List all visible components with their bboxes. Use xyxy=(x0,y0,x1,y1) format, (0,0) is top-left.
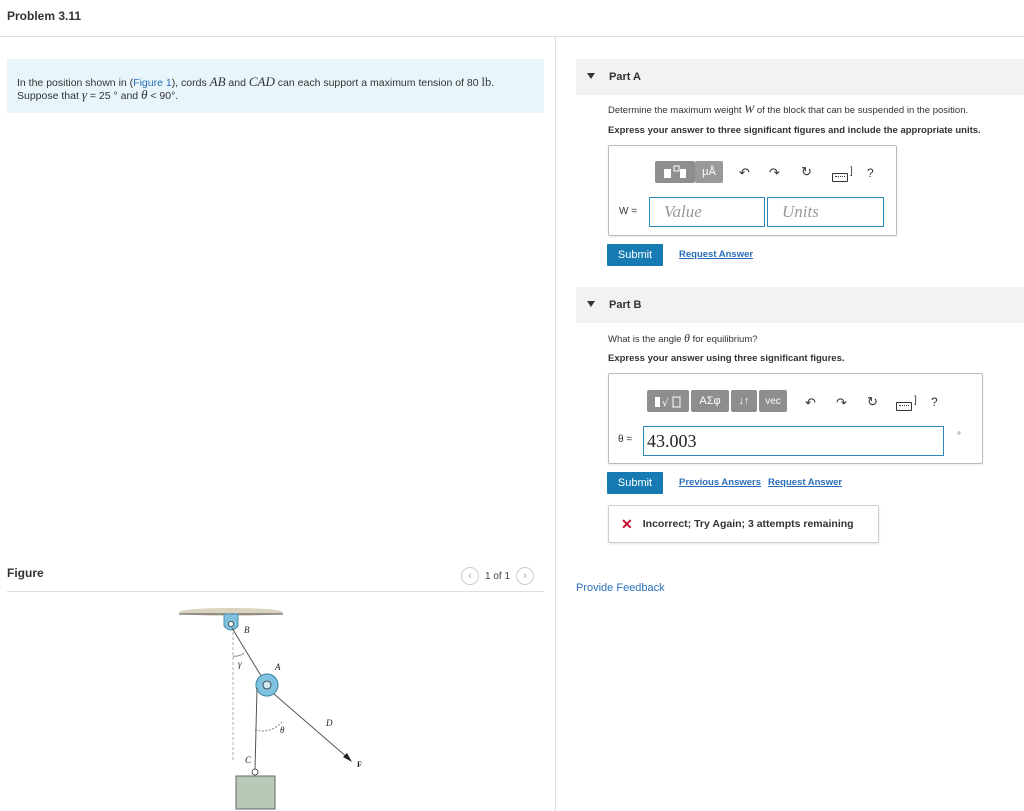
problem-line-2: Suppose that γ = 25 ° and θ < 90°. xyxy=(17,87,179,102)
part-a-label: Part A xyxy=(609,71,641,83)
figure-pager: ‹ 1 of 1 › xyxy=(461,567,535,585)
undo-icon[interactable]: ↶ xyxy=(805,395,816,411)
templates-icon[interactable]: √ xyxy=(647,390,689,412)
part-b-request-answer-link[interactable]: Request Answer xyxy=(768,477,842,488)
label-gamma: γ xyxy=(238,659,242,669)
part-b-instruction: Express your answer using three signific… xyxy=(608,353,845,364)
degree-unit: ° xyxy=(957,431,961,442)
redo-icon[interactable]: ↷ xyxy=(769,165,780,181)
part-b-answer-box: √ ΑΣφ ↓↑ vec ↶ ↷ ↻ ] ? θ = 43.003 xyxy=(608,373,983,464)
label-f: F xyxy=(357,760,362,769)
w-field-label: W = xyxy=(619,206,638,217)
part-a-question: Determine the maximum weight W of the bl… xyxy=(608,102,969,116)
cord-ac xyxy=(254,687,258,771)
incorrect-feedback: ✕ Incorrect; Try Again; 3 attempts remai… xyxy=(608,505,879,543)
help-icon[interactable]: ? xyxy=(931,395,938,409)
problem-figure: B A γ θ D C F xyxy=(179,608,362,810)
svg-text:√: √ xyxy=(662,398,669,408)
pin-b xyxy=(228,621,234,627)
redo-icon[interactable]: ↷ xyxy=(836,395,847,411)
vec-button[interactable]: vec xyxy=(759,390,787,412)
part-b-question: What is the angle θ for equilibrium? xyxy=(608,331,758,345)
part-a-answer-box: μÅ ↶ ↷ ↻ ] ? W = Value Units xyxy=(608,145,897,236)
label-b: B xyxy=(244,625,250,635)
feedback-message: Incorrect; Try Again; 3 attempts remaini… xyxy=(642,518,854,530)
page-title: Problem 3.11 xyxy=(7,9,82,23)
reset-icon[interactable]: ↻ xyxy=(867,394,878,410)
pulley-axle xyxy=(262,680,272,690)
theta-input[interactable]: 43.003 xyxy=(643,426,944,456)
figure-divider xyxy=(7,591,544,592)
part-a-instruction: Express your answer to three significant… xyxy=(608,125,981,136)
theta-field-label: θ = xyxy=(618,434,633,445)
part-a-header[interactable]: Part A xyxy=(576,59,1024,95)
keyboard-icon[interactable] xyxy=(896,402,912,411)
previous-answers-link[interactable]: Previous Answers xyxy=(679,477,761,488)
block-hook xyxy=(251,768,259,776)
problem-line-1: In the position shown in (Figure 1), cor… xyxy=(17,74,495,89)
block-w xyxy=(235,775,276,810)
value-input[interactable]: Value xyxy=(649,197,765,227)
label-theta: θ xyxy=(280,725,285,735)
units-button[interactable]: μÅ xyxy=(695,161,723,183)
part-a-submit-button[interactable]: Submit xyxy=(607,244,663,266)
chevron-right-icon[interactable]: › xyxy=(516,567,535,585)
column-divider xyxy=(555,37,556,811)
provide-feedback-link[interactable]: Provide Feedback xyxy=(576,582,665,594)
templates-icon[interactable] xyxy=(655,161,695,183)
reset-icon[interactable]: ↻ xyxy=(801,164,812,180)
gamma-arc xyxy=(232,652,245,657)
part-b-label: Part B xyxy=(609,299,642,311)
label-a: A xyxy=(274,662,281,672)
arrows-button[interactable]: ↓↑ xyxy=(731,390,757,412)
cord-ad xyxy=(273,693,349,759)
keyboard-icon[interactable] xyxy=(832,173,848,182)
figure-link[interactable]: Figure 1 xyxy=(133,77,172,89)
problem-statement: In the position shown in (Figure 1), cor… xyxy=(7,59,544,113)
part-b-header[interactable]: Part B xyxy=(576,287,1024,323)
figure-page-count: 1 of 1 xyxy=(485,570,511,582)
help-icon[interactable]: ? xyxy=(867,166,874,180)
label-d: D xyxy=(325,718,333,728)
part-b-submit-button[interactable]: Submit xyxy=(607,472,663,494)
undo-icon[interactable]: ↶ xyxy=(739,165,750,181)
collapse-triangle-icon[interactable] xyxy=(587,73,595,79)
theta-arc xyxy=(254,721,283,732)
units-input[interactable]: Units xyxy=(767,197,884,227)
part-a-request-answer-link[interactable]: Request Answer xyxy=(679,249,753,260)
chevron-left-icon[interactable]: ‹ xyxy=(461,567,479,585)
figure-heading: Figure xyxy=(7,566,44,580)
label-c: C xyxy=(245,755,252,765)
error-x-icon: ✕ xyxy=(621,515,633,532)
collapse-triangle-icon[interactable] xyxy=(587,301,595,307)
header-divider xyxy=(0,36,1024,37)
greek-button[interactable]: ΑΣφ xyxy=(691,390,729,412)
